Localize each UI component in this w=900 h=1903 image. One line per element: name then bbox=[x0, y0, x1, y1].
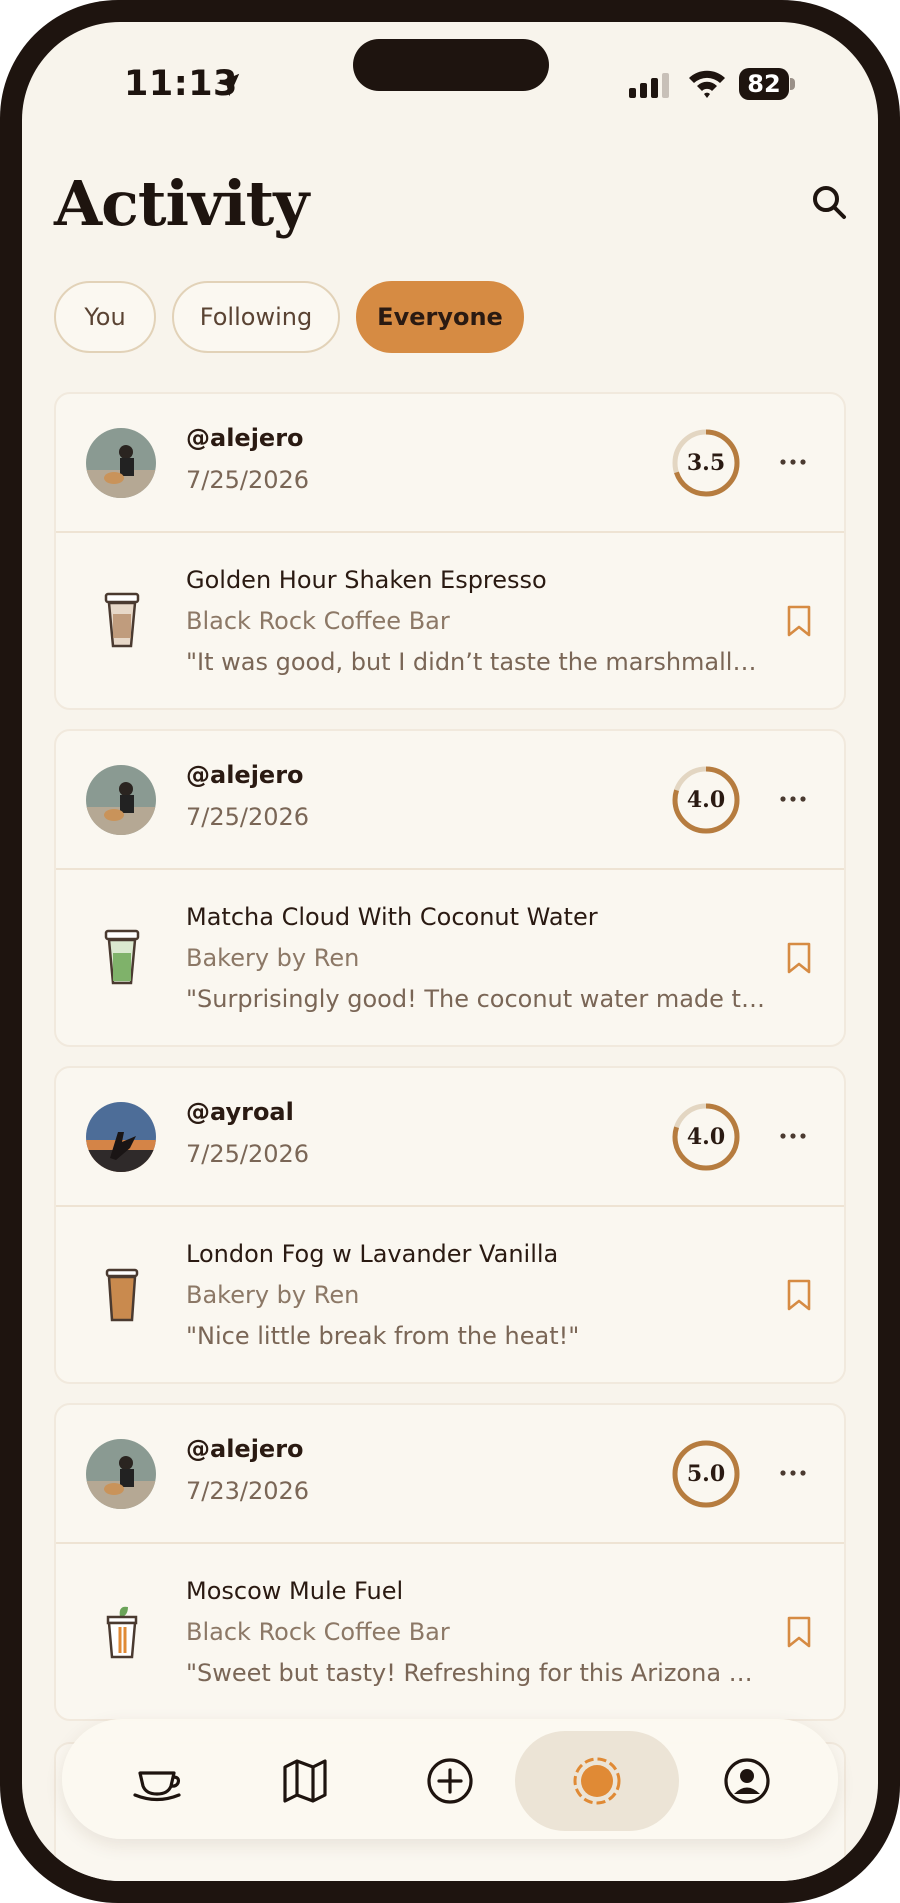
rating-value: 4.0 bbox=[686, 1124, 726, 1150]
drink-name[interactable]: Moscow Mule Fuel bbox=[186, 1577, 403, 1605]
cafe-name[interactable]: Black Rock Coffee Bar bbox=[186, 607, 450, 635]
nav-map-button[interactable] bbox=[240, 1731, 370, 1831]
post-date: 7/25/2026 bbox=[186, 803, 310, 831]
dynamic-island bbox=[353, 39, 549, 91]
bookmark-icon[interactable] bbox=[786, 941, 812, 975]
bookmark-icon[interactable] bbox=[786, 1278, 812, 1312]
post-date: 7/25/2026 bbox=[186, 466, 310, 494]
activity-card[interactable]: @alejero 7/25/2026 4.0 Matcha Cloud With… bbox=[54, 729, 846, 1047]
avatar[interactable] bbox=[86, 1439, 156, 1509]
card-divider bbox=[56, 1205, 844, 1207]
wifi-icon bbox=[689, 70, 725, 98]
cafe-name[interactable]: Bakery by Ren bbox=[186, 944, 359, 972]
username[interactable]: @alejero bbox=[186, 424, 304, 452]
more-options-icon[interactable] bbox=[778, 1460, 808, 1486]
device-frame: 11:13 82 Activity You Following Everyone… bbox=[0, 0, 900, 1903]
drink-icon bbox=[104, 929, 140, 985]
battery-cap bbox=[790, 78, 795, 90]
username[interactable]: @alejero bbox=[186, 1435, 304, 1463]
rating-badge: 5.0 bbox=[670, 1438, 742, 1510]
card-divider bbox=[56, 531, 844, 533]
rating-value: 5.0 bbox=[686, 1461, 726, 1487]
bookmark-icon[interactable] bbox=[786, 1615, 812, 1649]
cellular-signal-icon bbox=[629, 73, 669, 98]
activity-card[interactable]: @ayroal 7/25/2026 4.0 London Fog w Lavan… bbox=[54, 1066, 846, 1384]
nav-cup-button[interactable] bbox=[92, 1731, 222, 1831]
activity-card[interactable]: @alejero 7/23/2026 5.0 Moscow Mule Fuel … bbox=[54, 1403, 846, 1721]
bookmark-icon[interactable] bbox=[786, 604, 812, 638]
add-icon bbox=[427, 1758, 473, 1804]
more-options-icon[interactable] bbox=[778, 449, 808, 475]
review-text: "Sweet but tasty! Refreshing for this Ar… bbox=[186, 1659, 766, 1687]
cafe-name[interactable]: Bakery by Ren bbox=[186, 1281, 359, 1309]
drink-icon bbox=[106, 1606, 138, 1659]
nav-activity-button[interactable] bbox=[515, 1731, 679, 1831]
drink-name[interactable]: Matcha Cloud With Coconut Water bbox=[186, 903, 598, 931]
battery-level: 82 bbox=[739, 68, 789, 100]
drink-icon bbox=[105, 1268, 139, 1322]
username[interactable]: @alejero bbox=[186, 761, 304, 789]
cup-icon bbox=[133, 1771, 181, 1802]
avatar[interactable] bbox=[86, 428, 156, 498]
username[interactable]: @ayroal bbox=[186, 1098, 294, 1126]
nav-add-button[interactable] bbox=[385, 1731, 515, 1831]
drink-name[interactable]: London Fog w Lavander Vanilla bbox=[186, 1240, 558, 1268]
activity-icon bbox=[573, 1757, 621, 1805]
card-divider bbox=[56, 868, 844, 870]
review-text: "It was good, but I didn’t taste the mar… bbox=[186, 648, 766, 676]
screen: 11:13 82 Activity You Following Everyone… bbox=[22, 22, 878, 1881]
location-arrow-icon bbox=[216, 73, 240, 97]
rating-badge: 3.5 bbox=[670, 427, 742, 499]
rating-value: 4.0 bbox=[686, 787, 726, 813]
battery-indicator: 82 bbox=[739, 68, 797, 102]
tab-you[interactable]: You bbox=[54, 281, 156, 353]
rating-value: 3.5 bbox=[686, 450, 726, 476]
card-divider bbox=[56, 1542, 844, 1544]
rating-badge: 4.0 bbox=[670, 1101, 742, 1173]
page-title: Activity bbox=[54, 167, 309, 240]
rating-badge: 4.0 bbox=[670, 764, 742, 836]
more-options-icon[interactable] bbox=[778, 1123, 808, 1149]
review-text: "Nice little break from the heat!" bbox=[186, 1322, 580, 1350]
avatar[interactable] bbox=[86, 1102, 156, 1172]
avatar[interactable] bbox=[86, 765, 156, 835]
post-date: 7/25/2026 bbox=[186, 1140, 310, 1168]
tab-everyone[interactable]: Everyone bbox=[356, 281, 524, 353]
review-text: "Surprisingly good! The coconut water ma… bbox=[186, 985, 766, 1013]
search-icon[interactable] bbox=[809, 182, 849, 222]
cafe-name[interactable]: Black Rock Coffee Bar bbox=[186, 1618, 450, 1646]
activity-card[interactable]: @alejero 7/25/2026 3.5 Golden Hour Shake… bbox=[54, 392, 846, 710]
profile-icon bbox=[724, 1758, 770, 1804]
post-date: 7/23/2026 bbox=[186, 1477, 310, 1505]
more-options-icon[interactable] bbox=[778, 786, 808, 812]
tab-following[interactable]: Following bbox=[172, 281, 340, 353]
drink-icon bbox=[104, 592, 140, 648]
bottom-tab-bar bbox=[62, 1719, 838, 1839]
map-icon bbox=[283, 1759, 327, 1803]
nav-profile-button[interactable] bbox=[682, 1731, 812, 1831]
drink-name[interactable]: Golden Hour Shaken Espresso bbox=[186, 566, 547, 594]
